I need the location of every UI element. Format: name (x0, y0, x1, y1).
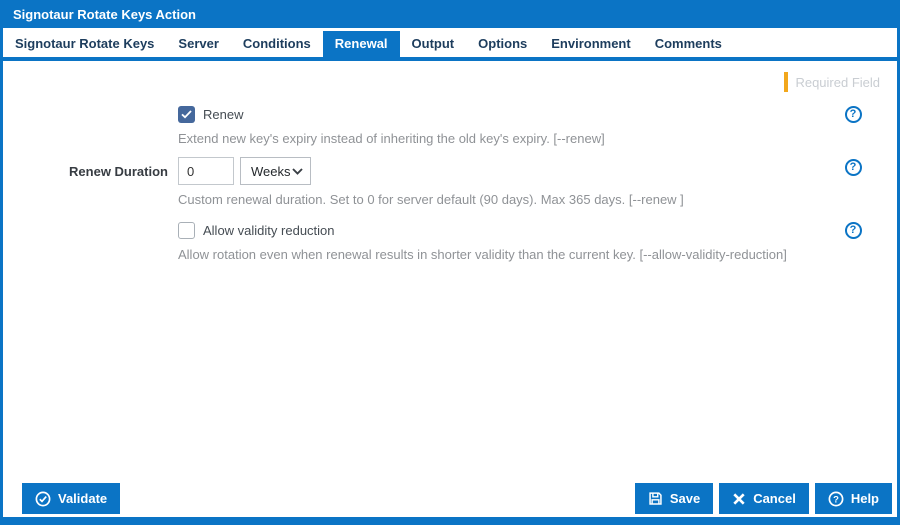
tab-strip: Signotaur Rotate Keys Server Conditions … (3, 28, 897, 61)
chevron-down-icon (292, 168, 303, 175)
renew-duration-input[interactable] (178, 157, 234, 185)
cancel-button-label: Cancel (753, 491, 796, 506)
help-button[interactable]: ? Help (815, 483, 892, 514)
tab-conditions[interactable]: Conditions (231, 31, 323, 57)
help-question-circle-icon: ? (828, 491, 844, 507)
tab-signotaur-rotate-keys[interactable]: Signotaur Rotate Keys (3, 31, 166, 57)
renew-duration-unit-select[interactable]: Weeks (240, 157, 311, 185)
allow-validity-reduction-checkbox[interactable] (178, 222, 195, 239)
tab-output[interactable]: Output (400, 31, 467, 57)
save-floppy-icon (648, 491, 663, 506)
svg-text:?: ? (833, 494, 839, 505)
validate-check-circle-icon (35, 491, 51, 507)
renew-description: Extend new key's expiry instead of inher… (178, 131, 823, 146)
tab-renewal[interactable]: Renewal (323, 31, 400, 57)
tab-options[interactable]: Options (466, 31, 539, 57)
allow-validity-reduction-help-icon[interactable]: ? (845, 222, 862, 239)
tab-panel-renewal: Required Field Renew Extend new key's ex… (3, 61, 897, 483)
title-bar: Signotaur Rotate Keys Action (3, 0, 897, 28)
allow-validity-reduction-label[interactable]: Allow validity reduction (203, 223, 335, 238)
validate-button-label: Validate (58, 491, 107, 506)
required-field-bar (784, 72, 788, 92)
window-title: Signotaur Rotate Keys Action (13, 7, 196, 22)
field-row-renew-duration: Renew Duration Weeks Custom renewal dura… (3, 157, 897, 207)
tab-comments[interactable]: Comments (643, 31, 734, 57)
allow-validity-reduction-description: Allow rotation even when renewal results… (178, 247, 823, 262)
renew-duration-description: Custom renewal duration. Set to 0 for se… (178, 192, 823, 207)
check-icon (181, 110, 192, 119)
renew-duration-help-icon[interactable]: ? (845, 159, 862, 176)
help-button-label: Help (851, 491, 879, 506)
renew-help-icon[interactable]: ? (845, 106, 862, 123)
allow-validity-label-spacer (3, 220, 178, 262)
field-row-renew: Renew Extend new key's expiry instead of… (3, 104, 897, 146)
validate-button[interactable]: Validate (22, 483, 120, 514)
cancel-button[interactable]: Cancel (719, 483, 809, 514)
tab-environment[interactable]: Environment (539, 31, 642, 57)
renew-label-spacer (3, 104, 178, 146)
tab-server[interactable]: Server (166, 31, 230, 57)
cancel-x-icon (732, 492, 746, 506)
footer-bar: Validate Save Cancel ? (3, 483, 897, 517)
required-field-legend: Required Field (3, 71, 880, 93)
field-row-allow-validity-reduction: Allow validity reduction Allow rotation … (3, 220, 897, 262)
renew-checkbox[interactable] (178, 106, 195, 123)
allow-validity-checkline: Allow validity reduction (178, 220, 823, 240)
renew-checkline: Renew (178, 104, 823, 124)
renew-duration-label: Renew Duration (3, 157, 178, 207)
dialog-window: Signotaur Rotate Keys Action Signotaur R… (0, 0, 900, 525)
renew-duration-unit-value: Weeks (251, 164, 291, 179)
renew-checkbox-label[interactable]: Renew (203, 107, 243, 122)
save-button-label: Save (670, 491, 700, 506)
save-button[interactable]: Save (635, 483, 713, 514)
required-field-label: Required Field (795, 75, 880, 90)
